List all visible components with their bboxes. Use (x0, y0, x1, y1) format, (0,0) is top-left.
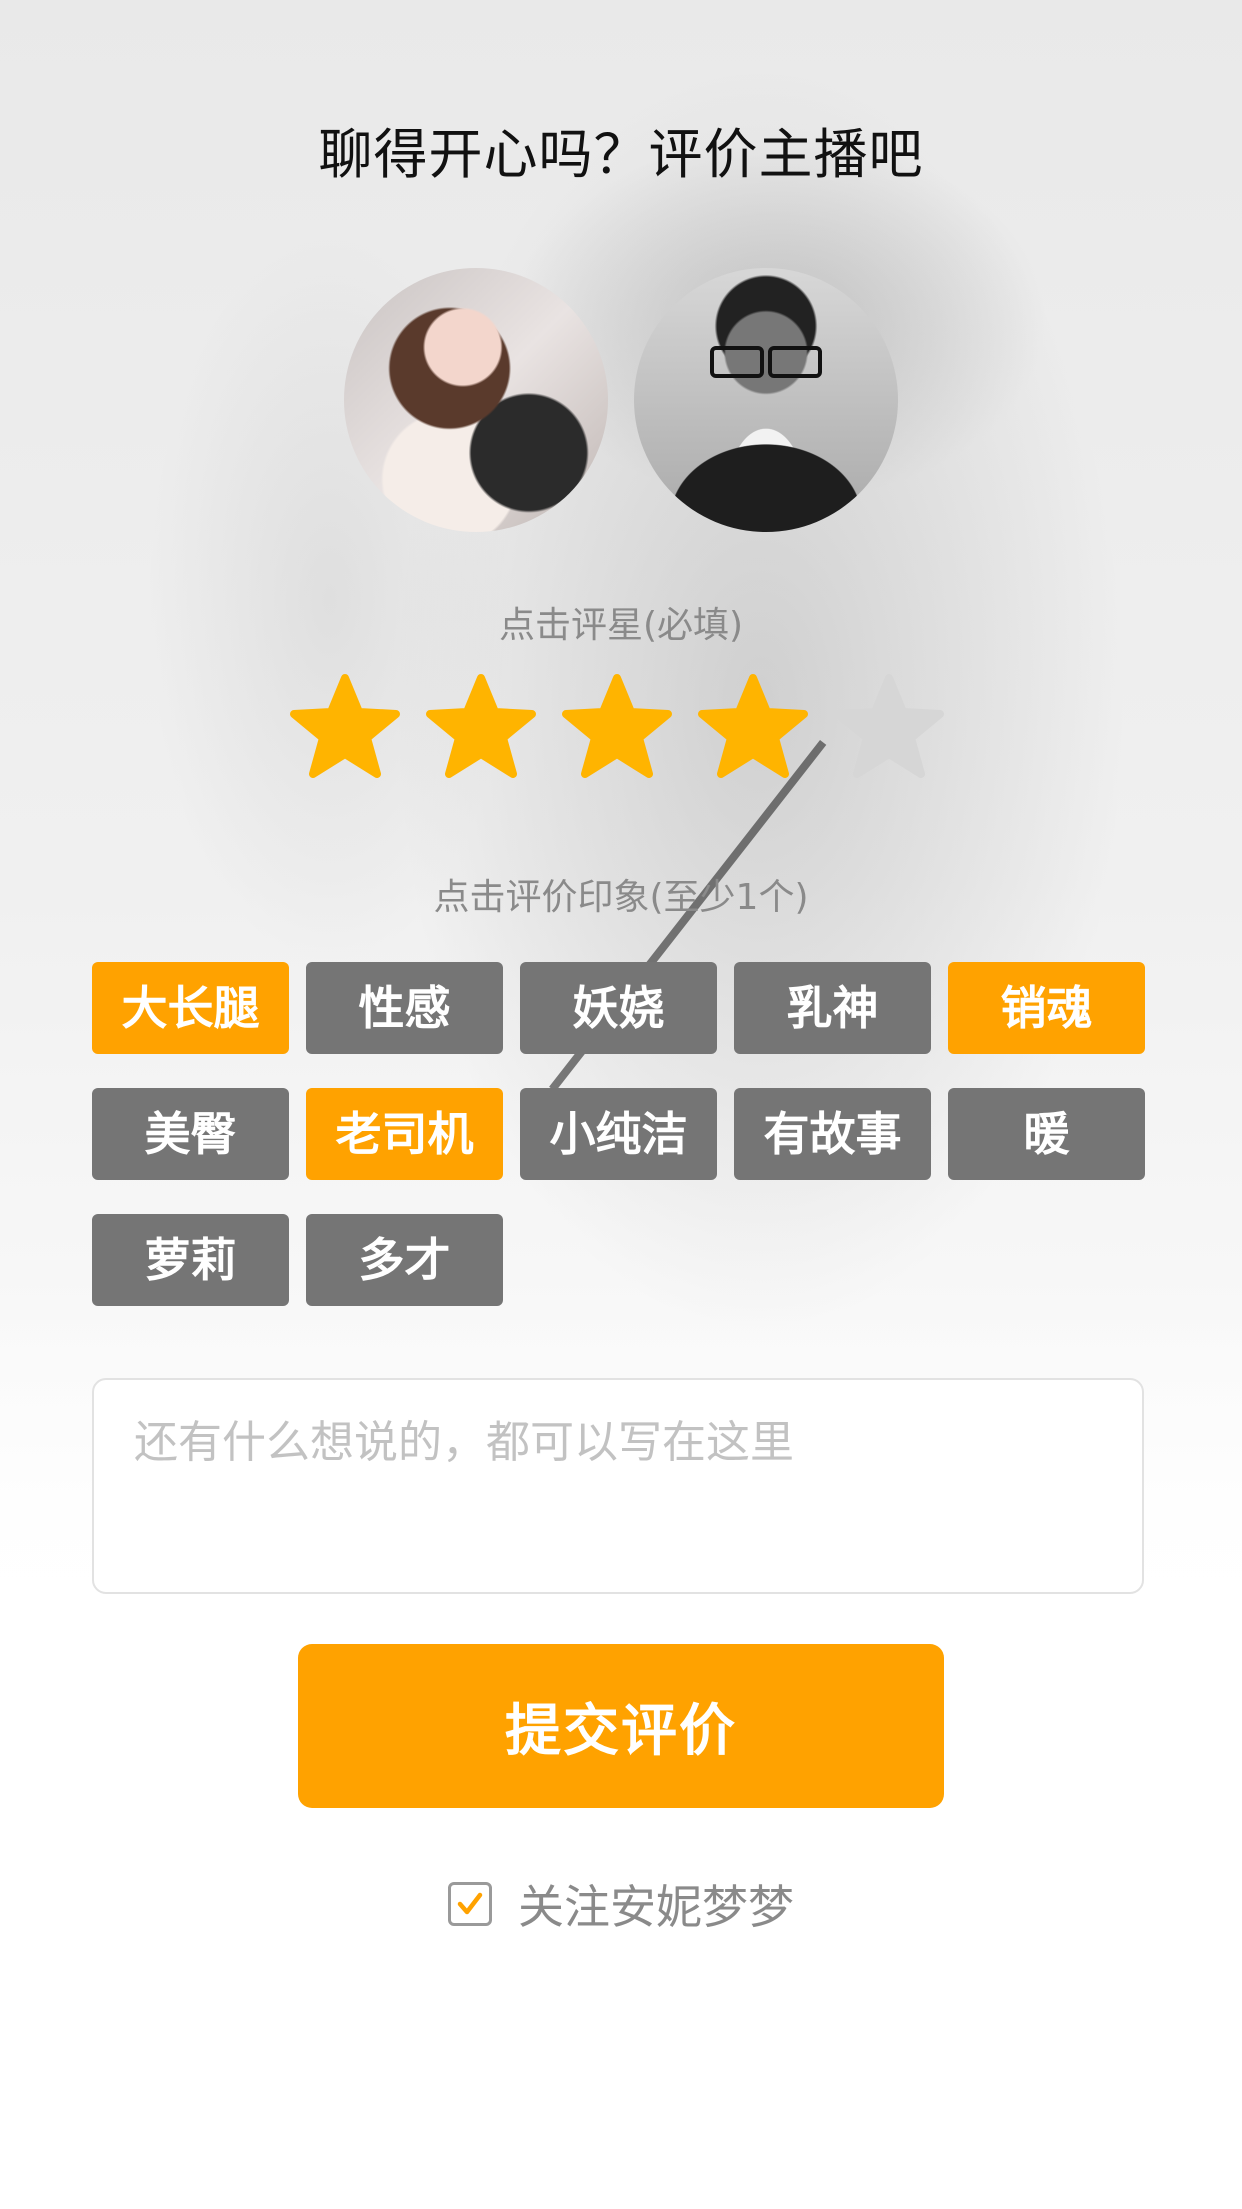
star-rating (0, 672, 1242, 782)
impression-tag[interactable]: 妖娆 (520, 962, 717, 1054)
rating-label: 点击评星(必填) (498, 605, 744, 646)
impression-tag[interactable]: 多才 (306, 1214, 503, 1306)
impression-tag[interactable]: 老司机 (306, 1088, 503, 1180)
comment-input[interactable] (92, 1378, 1144, 1594)
page-title: 聊得开心吗？评价主播吧 (318, 123, 924, 186)
star-1-icon[interactable] (290, 672, 400, 782)
impression-tag[interactable]: 销魂 (948, 962, 1145, 1054)
impression-tag[interactable]: 萝莉 (92, 1214, 289, 1306)
star-5-icon[interactable] (834, 672, 944, 782)
follow-checkbox[interactable] (448, 1882, 492, 1926)
user-avatar (634, 268, 898, 532)
checkmark-icon (457, 1892, 483, 1915)
submit-review-button[interactable]: 提交评价 (298, 1644, 944, 1808)
star-3-icon[interactable] (562, 672, 672, 782)
impression-tag[interactable]: 乳神 (734, 962, 931, 1054)
follow-host-option[interactable]: 关注安妮梦梦 (0, 1874, 1242, 1934)
impression-tag[interactable]: 暖 (948, 1088, 1145, 1180)
host-avatar (344, 268, 608, 532)
impression-tag[interactable]: 有故事 (734, 1088, 931, 1180)
impression-tag[interactable]: 小纯洁 (520, 1088, 717, 1180)
star-4-icon[interactable] (698, 672, 808, 782)
follow-label: 关注安妮梦梦 (518, 1880, 794, 1934)
impression-tag[interactable]: 美臀 (92, 1088, 289, 1180)
impression-tag[interactable]: 性感 (306, 962, 503, 1054)
impression-tag[interactable]: 大长腿 (92, 962, 289, 1054)
glasses-detail (706, 346, 826, 378)
star-2-icon[interactable] (426, 672, 536, 782)
impression-label: 点击评价印象(至少1个) (433, 877, 809, 918)
